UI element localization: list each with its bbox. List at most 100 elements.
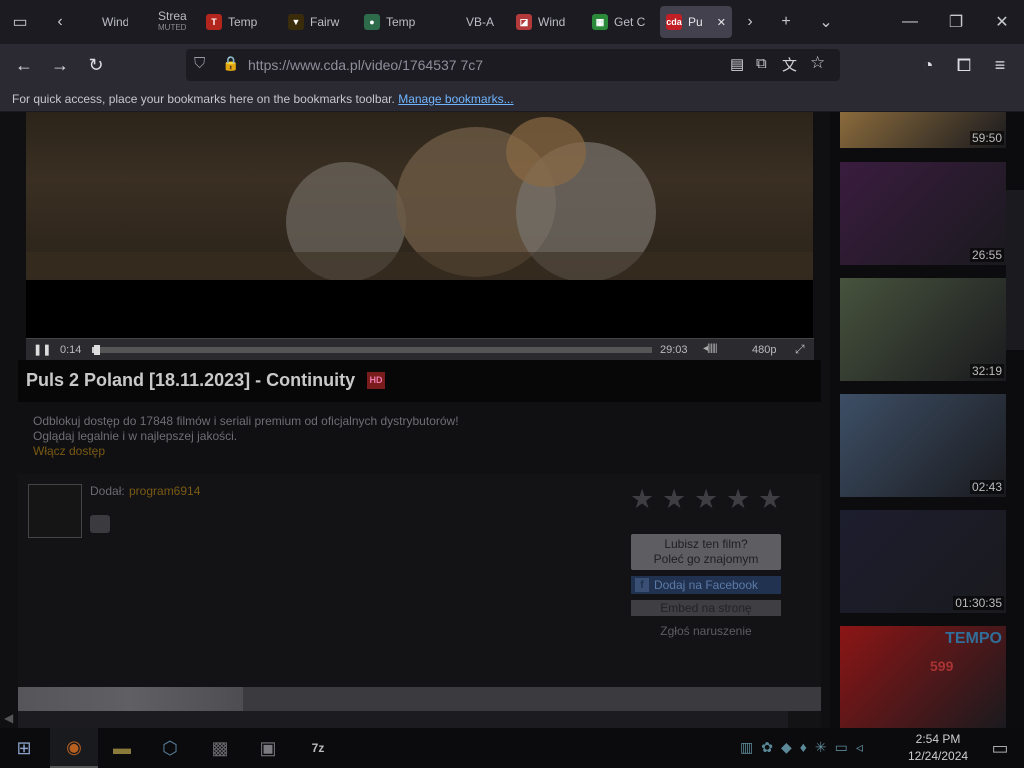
facebook-share-button[interactable]: f Dodaj na Facebook — [631, 576, 781, 594]
horizontal-scrollbar[interactable] — [18, 711, 788, 728]
video-frame[interactable] — [26, 112, 813, 280]
start-icon[interactable]: ⊞ — [0, 728, 48, 768]
seek-handle[interactable] — [94, 345, 100, 355]
notifications-icon[interactable]: ▭ — [976, 728, 1024, 768]
recommend-line-1: Lubisz ten film? — [664, 537, 748, 551]
extensions-icon[interactable]: ⧠ — [948, 49, 980, 81]
tab-favicon-icon: ◪ — [516, 14, 532, 30]
tabs-scroll-right-icon[interactable]: › — [734, 6, 766, 38]
tab-favicon-icon — [80, 14, 96, 30]
manage-bookmarks-link[interactable]: Manage bookmarks... — [398, 92, 513, 106]
video-thumbnail[interactable]: 26:55 — [840, 162, 1006, 265]
7zip-icon[interactable]: 7z — [294, 728, 342, 768]
video-thumbnail[interactable]: 32:19 — [840, 278, 1006, 381]
video-thumbnail[interactable]: 01:30:35 — [840, 510, 1006, 613]
current-time: 0:14 — [60, 344, 82, 356]
tab[interactable]: ● Temp — [358, 6, 432, 38]
lock-icon[interactable]: 🔒 — [222, 55, 239, 72]
app-icon[interactable]: ▩ — [196, 728, 244, 768]
scroll-left-icon[interactable]: ◀ — [4, 711, 13, 725]
tray-icons[interactable]: ▥✿◆♦✳▭◃ — [740, 739, 871, 756]
tab-favicon-icon: ▦ — [592, 14, 608, 30]
vertical-scrollbar[interactable] — [1006, 190, 1024, 350]
video-thumbnail[interactable]: 02:43 — [840, 394, 1006, 497]
facebook-label: Dodaj na Facebook — [653, 578, 759, 592]
new-tab-icon[interactable]: + — [770, 6, 802, 38]
archive-icon[interactable]: ▣ — [244, 728, 292, 768]
seek-bar[interactable] — [92, 345, 652, 355]
fullscreen-icon[interactable]: ⤢ — [795, 342, 805, 357]
tab[interactable]: T Temp — [200, 6, 276, 38]
bookmarks-hint: For quick access, place your bookmarks h… — [12, 92, 395, 106]
tab[interactable]: Strea MUTED — [130, 6, 196, 38]
translate-icon[interactable]: 文 — [782, 54, 797, 75]
rating-star-icon[interactable]: ★ — [694, 484, 718, 515]
list-all-tabs-icon[interactable]: ⌄ — [810, 6, 842, 38]
rating-star-icon[interactable]: ★ — [630, 484, 654, 515]
virtualbox-icon[interactable]: ⬡ — [146, 728, 194, 768]
tab-bar: ▭ ‹ Wind Strea MUTED T Temp ▼ Fairw ● Temp VB-A ◪ W… — [0, 0, 1024, 44]
thumbnail-duration: 59:50 — [969, 131, 1004, 145]
clock[interactable]: 2:54 PM 12/24/2024 — [908, 732, 968, 763]
back-icon[interactable]: ← — [8, 49, 40, 81]
thumbnail-duration: 26:55 — [969, 248, 1004, 262]
video-thumbnail[interactable]: TEMPO 599 — [840, 626, 1006, 728]
account-icon[interactable]: ◔ — [912, 49, 944, 81]
hd-badge: HD — [367, 372, 385, 389]
firefox-icon[interactable]: ◉ — [50, 728, 98, 768]
file-explorer-icon[interactable]: ▬ — [98, 728, 146, 768]
reader-view-icon[interactable]: ▤ — [730, 55, 744, 73]
tab-label: Pu — [688, 14, 703, 29]
video-thumbnail[interactable]: 59:50 — [840, 112, 1006, 148]
rating-star-icon[interactable]: ★ — [758, 484, 782, 515]
video-letterbox — [26, 280, 813, 338]
url-text[interactable]: https://www.cda.pl/video/1764537 7c7 — [248, 57, 483, 73]
bookmarks-toolbar: For quick access, place your bookmarks h… — [0, 86, 1024, 112]
bookmark-star-icon[interactable]: ☆ — [810, 53, 825, 73]
rating-star-icon[interactable]: ★ — [662, 484, 686, 515]
close-window-icon[interactable]: ✕ — [984, 6, 1020, 38]
promo-link[interactable]: Włącz dostęp — [33, 444, 459, 459]
thumbnail-duration: 32:19 — [969, 364, 1004, 378]
related-thumbnails[interactable] — [18, 687, 243, 711]
forward-icon[interactable]: → — [44, 49, 76, 81]
recommend-button[interactable]: Lubisz ten film? Poleć go znajomym — [631, 534, 781, 570]
shield-icon[interactable]: ⛉ — [194, 55, 205, 72]
tab[interactable]: ▼ Fairw — [282, 6, 352, 38]
tab[interactable]: Wind — [74, 6, 128, 38]
tab[interactable]: ◪ Wind — [510, 6, 580, 38]
duration: 29:03 — [660, 344, 688, 356]
tab-favicon-icon: T — [206, 14, 222, 30]
tab-label: Strea MUTED — [158, 9, 187, 32]
rating-star-icon[interactable]: ★ — [726, 484, 750, 515]
quality-selector[interactable]: 480p — [752, 344, 776, 356]
embed-button[interactable]: Embed na stronę — [631, 600, 781, 616]
uploader-name[interactable]: program6914 — [129, 484, 200, 498]
tab[interactable]: VB-A — [438, 6, 504, 38]
taskbar: ⊞ ◉ ▬ ⬡ ▩ ▣ 7z ▥✿◆♦✳▭◃ 2:54 PM 12/24/202… — [0, 728, 1024, 768]
video-title: Puls 2 Poland [18.11.2023] - Continuity — [26, 370, 356, 390]
tab[interactable]: cda Pu ✕ — [660, 6, 732, 38]
tab-overview-icon[interactable]: ▭ — [4, 6, 36, 38]
reload-icon[interactable]: ↻ — [80, 49, 112, 81]
page-content: ❚❚ 0:14 29:03 ◂|||||| 480p ⤢ Puls 2 Pola… — [0, 112, 1024, 728]
volume-icon[interactable]: ◂|||||| — [703, 343, 718, 354]
related-strip — [18, 687, 821, 711]
tab[interactable]: ▦ Get C — [586, 6, 654, 38]
close-tab-icon[interactable]: ✕ — [717, 16, 726, 29]
message-icon[interactable] — [90, 515, 110, 533]
avatar[interactable] — [28, 484, 82, 538]
restore-icon[interactable]: ❐ — [938, 6, 974, 38]
url-bar[interactable]: ⛉ 🔒 https://www.cda.pl/video/1764537 7c7… — [186, 49, 840, 81]
pause-icon[interactable]: ❚❚ — [33, 343, 51, 356]
tab-label: Fairw — [310, 14, 340, 29]
picture-in-picture-icon[interactable]: ⧉ — [756, 55, 767, 72]
tab-label: Wind — [102, 14, 128, 29]
menu-icon[interactable]: ≡ — [984, 49, 1016, 81]
tab-favicon-icon: ▼ — [288, 14, 304, 30]
tabs-scroll-left-icon[interactable]: ‹ — [44, 6, 76, 38]
promo-line-2: Oglądaj legalnie i w najlepszej jakości. — [33, 429, 238, 443]
related-videos-sidebar: 59:50 26:55 32:19 02:43 01:30:35 TEMPO 599 — [830, 112, 1024, 728]
minimize-icon[interactable]: — — [892, 6, 928, 38]
report-link[interactable]: Zgłoś naruszenie — [631, 622, 781, 640]
